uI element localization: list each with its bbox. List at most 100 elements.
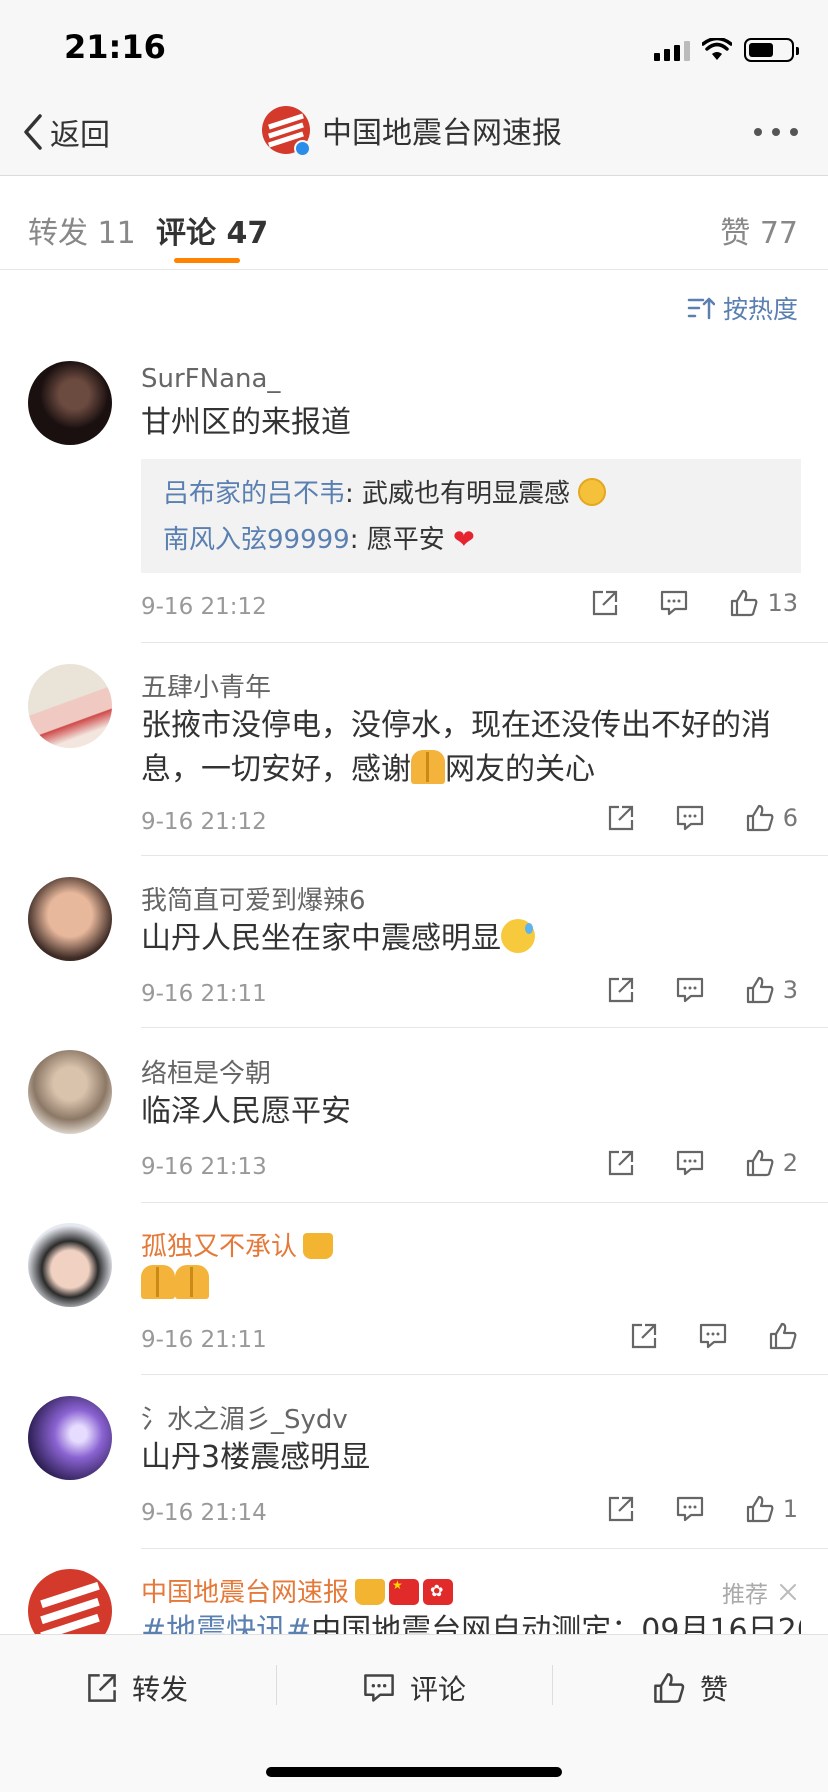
comment-text: 山丹人民坐在家中震感明显 <box>141 917 791 961</box>
avatar[interactable] <box>28 1050 112 1134</box>
top-bar: 21:16 返回 中国地震台网速报 <box>0 0 828 176</box>
comment-username[interactable]: 氵水之湄彡_Sydv <box>141 1399 348 1436</box>
share-icon <box>593 590 618 616</box>
reply-button[interactable] <box>675 1495 705 1523</box>
divider <box>276 1665 277 1705</box>
bottom-action-bar: 转发 评论 赞 <box>0 1634 828 1792</box>
reply-username[interactable]: 南风入弦99999 <box>163 525 350 555</box>
wifi-icon <box>702 38 732 60</box>
reply-button[interactable] <box>659 589 689 617</box>
vip-crown-icon <box>303 1233 334 1259</box>
verified-badge <box>294 140 311 157</box>
comment-icon <box>699 1323 727 1349</box>
share-button[interactable] <box>607 1495 635 1523</box>
tab-comments[interactable]: 评论 47 <box>156 208 268 252</box>
avatar[interactable] <box>28 664 112 748</box>
like-count: 1 <box>782 1495 798 1523</box>
username-text: 中国地震台网速报 <box>141 1578 350 1608</box>
comment-text: 山丹3楼震感明显 <box>141 1440 371 1475</box>
comment-actions: 6 <box>607 803 798 833</box>
praying-hands-icon <box>141 1265 175 1299</box>
bottom-comment-button[interactable]: 评论 <box>362 1665 466 1711</box>
home-indicator[interactable] <box>266 1767 562 1777</box>
more-dot-icon <box>790 128 798 136</box>
share-button[interactable] <box>607 804 635 832</box>
bottom-like-label: 赞 <box>700 1673 729 1706</box>
back-button[interactable]: 返回 <box>22 110 110 154</box>
tab-bar: 转发 11 评论 47 赞 77 <box>0 178 828 270</box>
reply-username[interactable]: 吕布家的吕不韦 <box>163 479 345 509</box>
thumbs-up-icon <box>731 589 758 617</box>
comment-username[interactable]: 孤独又不承认 <box>141 1226 334 1263</box>
close-icon[interactable] <box>778 1582 798 1602</box>
like-button[interactable]: 13 <box>729 588 798 618</box>
tab-likes[interactable]: 赞 77 <box>720 208 798 252</box>
comment-icon <box>676 805 703 831</box>
comment-username[interactable]: 中国地震台网速报 <box>141 1572 454 1609</box>
like-button[interactable]: 3 <box>745 975 798 1005</box>
share-button[interactable] <box>591 589 619 617</box>
comment-text: 甘州区的来报道 <box>141 405 351 440</box>
reply-text: 愿平安 <box>366 525 445 555</box>
comment-icon <box>676 977 703 1003</box>
like-button[interactable]: 1 <box>745 1494 798 1524</box>
thumbs-up-icon <box>746 976 774 1004</box>
like-count: 3 <box>782 976 798 1004</box>
reply-text: 武威也有明显震感 <box>362 479 571 509</box>
avatar[interactable] <box>28 877 112 961</box>
bottom-repost-label: 转发 <box>132 1673 189 1706</box>
comment-actions: 13 <box>591 588 798 618</box>
more-button[interactable] <box>754 128 798 136</box>
divider <box>141 1027 828 1028</box>
reply-separator: : <box>345 479 363 509</box>
comment-actions <box>630 1321 798 1351</box>
divider <box>552 1665 553 1705</box>
bottom-repost-button[interactable]: 转发 <box>86 1665 188 1711</box>
comment-time: 9-16 21:11 <box>141 1327 267 1353</box>
comment-icon <box>676 1496 703 1522</box>
bottom-comment-label: 评论 <box>410 1673 467 1706</box>
tab-repost[interactable]: 转发 11 <box>28 208 136 252</box>
like-button[interactable]: 6 <box>745 803 798 833</box>
avatar[interactable] <box>28 361 112 445</box>
share-icon <box>608 805 633 831</box>
divider <box>141 1374 828 1375</box>
china-flag-icon <box>389 1578 420 1605</box>
reply-row: 吕布家的吕不韦: 武威也有明显震感 <box>163 471 779 517</box>
reply-box[interactable]: 吕布家的吕不韦: 武威也有明显震感 南风入弦99999: 愿平安 ❤ <box>141 459 801 573</box>
share-button[interactable] <box>630 1322 658 1350</box>
thumbs-up-icon <box>654 1673 685 1703</box>
avatar[interactable] <box>28 1223 112 1307</box>
sort-button[interactable]: 按热度 <box>687 290 798 326</box>
reply-separator: : <box>349 525 367 555</box>
comment-icon <box>364 1674 394 1702</box>
comment-username[interactable]: SurFNana_ <box>141 364 280 394</box>
comment-time: 9-16 21:11 <box>141 981 267 1007</box>
bottom-like-button[interactable]: 赞 <box>652 1665 728 1711</box>
like-button[interactable]: 2 <box>745 1148 798 1178</box>
reply-button[interactable] <box>675 1149 705 1177</box>
comment-text: 张掖市没停电，没停水，现在还没传出不好的消息，一切安好，感谢 网友的关心 <box>141 704 791 792</box>
avatar[interactable] <box>28 1396 112 1480</box>
status-icons <box>654 36 799 64</box>
comment-text-part: 网友的关心 <box>445 752 595 787</box>
thumbs-up-icon <box>769 1322 797 1350</box>
reply-button[interactable] <box>698 1322 728 1350</box>
like-count: 6 <box>782 804 798 832</box>
share-button[interactable] <box>607 1149 635 1177</box>
comment-username[interactable]: 络桓是今朝 <box>141 1053 271 1090</box>
comment-username[interactable]: 五肆小青年 <box>141 667 271 704</box>
heart-icon: ❤ <box>453 525 475 555</box>
share-button[interactable] <box>607 976 635 1004</box>
active-tab-indicator <box>174 258 240 263</box>
reply-button[interactable] <box>675 804 705 832</box>
reply-button[interactable] <box>675 976 705 1004</box>
praying-hands-icon <box>175 1265 209 1299</box>
comment-actions: 3 <box>607 975 798 1005</box>
comment-time: 9-16 21:12 <box>141 809 267 835</box>
vip-crown-icon <box>355 1579 386 1605</box>
like-button[interactable] <box>768 1321 798 1351</box>
comment-username[interactable]: 我简直可爱到爆辣6 <box>141 880 366 917</box>
comment-actions: 1 <box>607 1494 798 1524</box>
like-count: 13 <box>767 589 798 617</box>
